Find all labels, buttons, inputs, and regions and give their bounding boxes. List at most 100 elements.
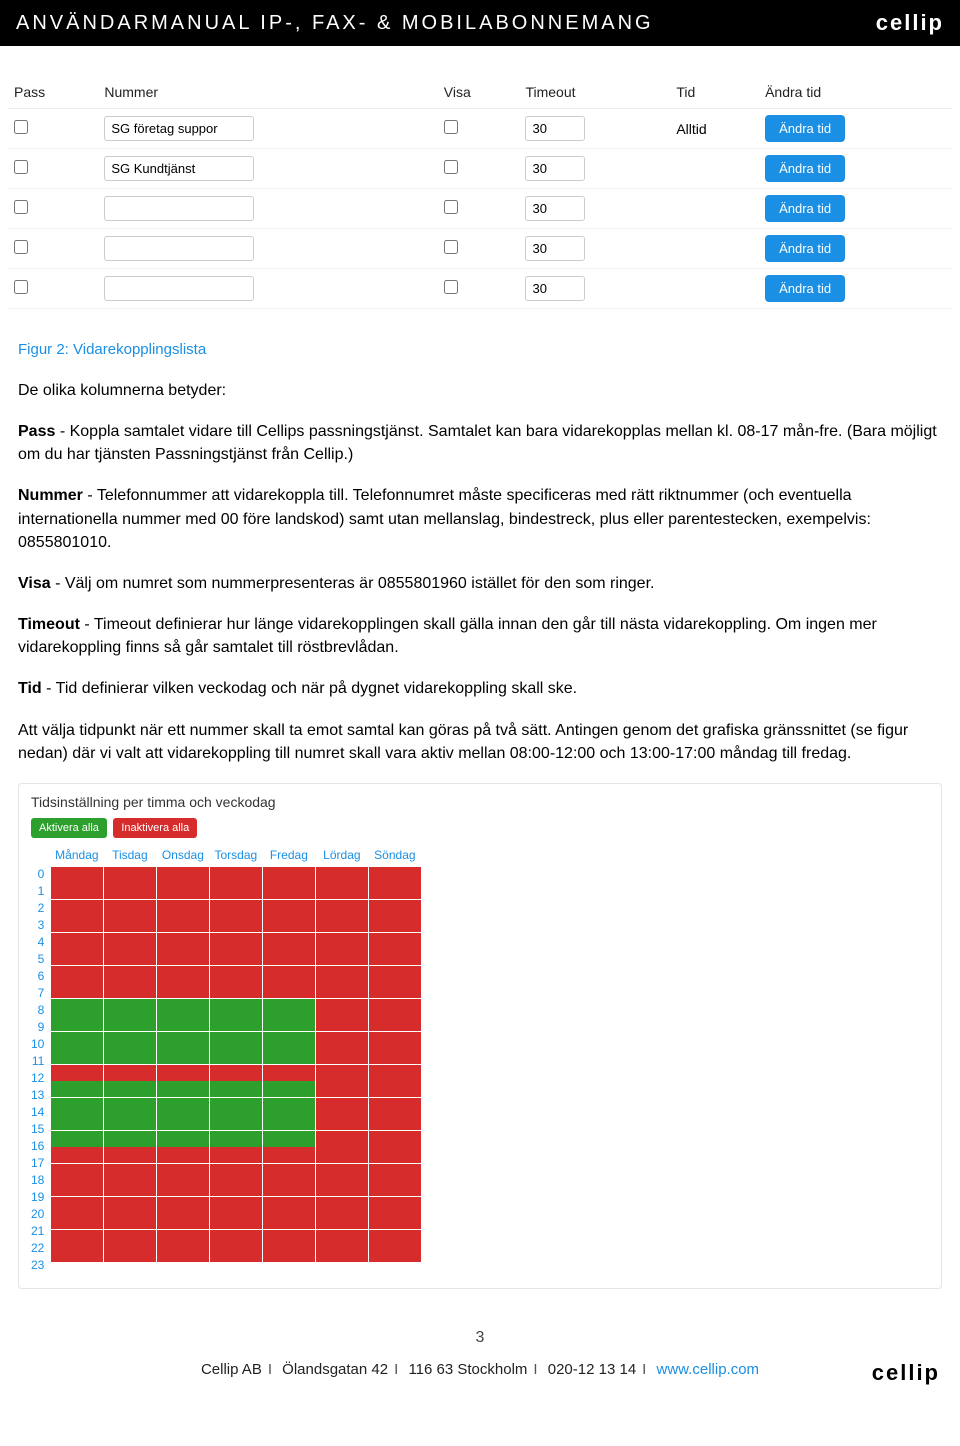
schedule-cell[interactable] [263, 1098, 315, 1114]
change-time-button[interactable]: Ändra tid [765, 155, 845, 182]
schedule-cell[interactable] [369, 1180, 421, 1196]
schedule-cell[interactable] [210, 883, 262, 899]
schedule-cell[interactable] [51, 1164, 103, 1180]
nummer-input[interactable] [104, 276, 254, 301]
schedule-cell[interactable] [51, 1197, 103, 1213]
schedule-cell[interactable] [263, 982, 315, 998]
schedule-cell[interactable] [210, 999, 262, 1015]
schedule-cell[interactable] [369, 916, 421, 932]
schedule-cell[interactable] [263, 1032, 315, 1048]
schedule-cell[interactable] [369, 1032, 421, 1048]
footer-link[interactable]: www.cellip.com [657, 1361, 760, 1378]
schedule-cell[interactable] [157, 900, 209, 916]
schedule-cell[interactable] [210, 1081, 262, 1097]
nummer-input[interactable] [104, 196, 254, 221]
schedule-cell[interactable] [316, 1098, 368, 1114]
schedule-cell[interactable] [316, 1147, 368, 1163]
schedule-cell[interactable] [369, 1048, 421, 1064]
schedule-cell[interactable] [369, 900, 421, 916]
schedule-cell[interactable] [157, 1180, 209, 1196]
schedule-cell[interactable] [263, 999, 315, 1015]
schedule-cell[interactable] [316, 1164, 368, 1180]
timeout-input[interactable] [525, 276, 585, 301]
pass-checkbox[interactable] [14, 200, 28, 214]
visa-checkbox[interactable] [444, 120, 458, 134]
schedule-cell[interactable] [51, 916, 103, 932]
schedule-cell[interactable] [157, 1246, 209, 1262]
schedule-cell[interactable] [157, 966, 209, 982]
schedule-cell[interactable] [104, 1081, 156, 1097]
schedule-cell[interactable] [210, 1230, 262, 1246]
schedule-cell[interactable] [104, 1048, 156, 1064]
schedule-cell[interactable] [210, 982, 262, 998]
schedule-cell[interactable] [263, 1048, 315, 1064]
schedule-cell[interactable] [316, 1246, 368, 1262]
schedule-cell[interactable] [210, 1048, 262, 1064]
schedule-cell[interactable] [157, 999, 209, 1015]
schedule-cell[interactable] [369, 1015, 421, 1031]
schedule-cell[interactable] [157, 1048, 209, 1064]
schedule-cell[interactable] [157, 1114, 209, 1130]
schedule-cell[interactable] [210, 1098, 262, 1114]
schedule-cell[interactable] [104, 1197, 156, 1213]
schedule-cell[interactable] [369, 933, 421, 949]
schedule-cell[interactable] [263, 1197, 315, 1213]
pass-checkbox[interactable] [14, 240, 28, 254]
schedule-cell[interactable] [104, 1065, 156, 1081]
schedule-cell[interactable] [369, 966, 421, 982]
schedule-cell[interactable] [316, 867, 368, 883]
schedule-cell[interactable] [104, 1032, 156, 1048]
schedule-cell[interactable] [51, 883, 103, 899]
schedule-cell[interactable] [369, 1213, 421, 1229]
schedule-cell[interactable] [263, 1114, 315, 1130]
schedule-cell[interactable] [316, 982, 368, 998]
schedule-cell[interactable] [157, 1213, 209, 1229]
schedule-cell[interactable] [51, 933, 103, 949]
activate-all-button[interactable]: Aktivera alla [31, 818, 107, 838]
schedule-cell[interactable] [263, 883, 315, 899]
schedule-cell[interactable] [210, 933, 262, 949]
schedule-cell[interactable] [210, 1114, 262, 1130]
pass-checkbox[interactable] [14, 280, 28, 294]
change-time-button[interactable]: Ändra tid [765, 275, 845, 302]
schedule-cell[interactable] [104, 1114, 156, 1130]
schedule-cell[interactable] [369, 1114, 421, 1130]
schedule-cell[interactable] [263, 900, 315, 916]
schedule-cell[interactable] [316, 966, 368, 982]
schedule-cell[interactable] [369, 1230, 421, 1246]
schedule-cell[interactable] [263, 1230, 315, 1246]
schedule-cell[interactable] [263, 966, 315, 982]
schedule-cell[interactable] [369, 1131, 421, 1147]
schedule-cell[interactable] [104, 1131, 156, 1147]
pass-checkbox[interactable] [14, 120, 28, 134]
schedule-cell[interactable] [369, 1164, 421, 1180]
schedule-cell[interactable] [157, 1032, 209, 1048]
schedule-cell[interactable] [104, 900, 156, 916]
schedule-cell[interactable] [51, 1213, 103, 1229]
schedule-cell[interactable] [104, 1098, 156, 1114]
schedule-cell[interactable] [210, 1246, 262, 1262]
schedule-cell[interactable] [316, 1114, 368, 1130]
schedule-cell[interactable] [157, 1065, 209, 1081]
schedule-cell[interactable] [104, 1213, 156, 1229]
schedule-cell[interactable] [210, 1147, 262, 1163]
schedule-cell[interactable] [210, 1180, 262, 1196]
timeout-input[interactable] [525, 196, 585, 221]
schedule-cell[interactable] [316, 933, 368, 949]
schedule-cell[interactable] [263, 949, 315, 965]
schedule-cell[interactable] [51, 900, 103, 916]
schedule-cell[interactable] [51, 1131, 103, 1147]
schedule-cell[interactable] [263, 1081, 315, 1097]
schedule-cell[interactable] [51, 999, 103, 1015]
schedule-cell[interactable] [157, 933, 209, 949]
schedule-cell[interactable] [104, 916, 156, 932]
visa-checkbox[interactable] [444, 280, 458, 294]
schedule-cell[interactable] [263, 1147, 315, 1163]
schedule-cell[interactable] [263, 1131, 315, 1147]
schedule-cell[interactable] [369, 1081, 421, 1097]
schedule-cell[interactable] [316, 1065, 368, 1081]
schedule-cell[interactable] [104, 1246, 156, 1262]
schedule-cell[interactable] [263, 1213, 315, 1229]
schedule-cell[interactable] [210, 1213, 262, 1229]
schedule-cell[interactable] [157, 1081, 209, 1097]
